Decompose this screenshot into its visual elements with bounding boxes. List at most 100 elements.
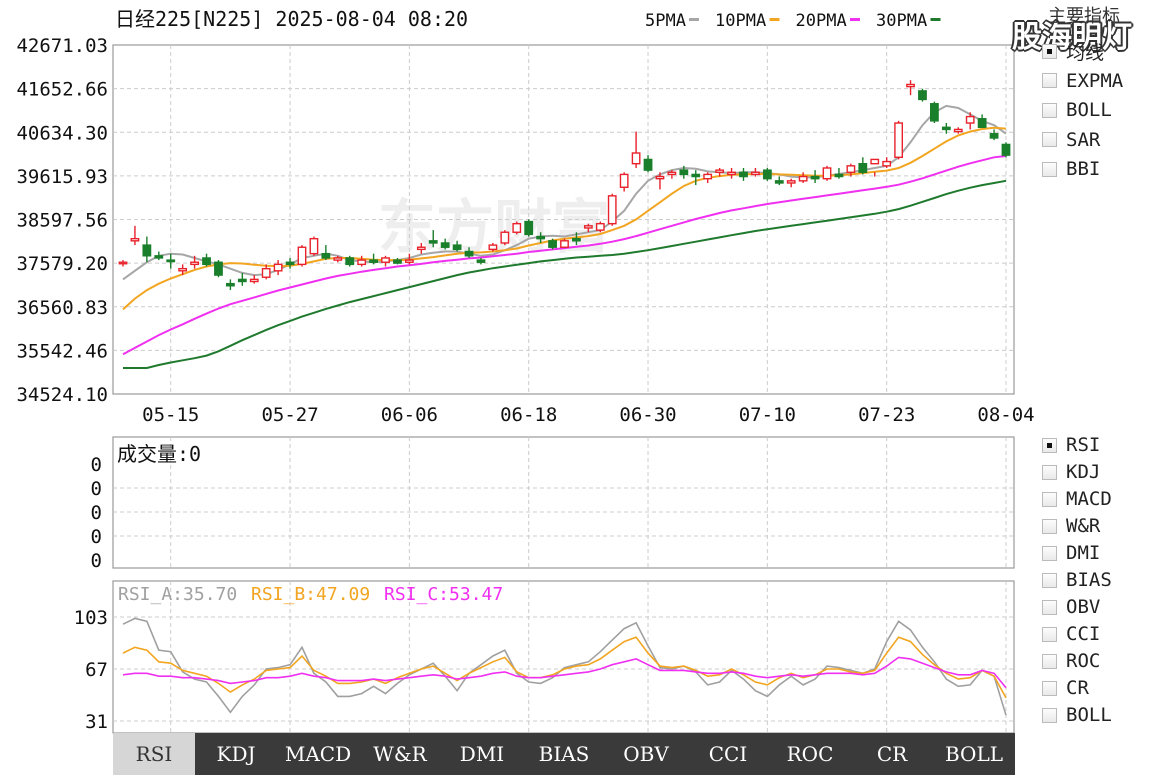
candle-body: [273, 263, 283, 272]
sub-indicator-label: KDJ: [1066, 461, 1101, 483]
checkbox[interactable]: [1042, 73, 1057, 88]
sub-indicator-option[interactable]: OBV: [1042, 594, 1100, 620]
tab-macd[interactable]: MACD: [277, 733, 359, 775]
sub-indicator-option[interactable]: BOLL: [1042, 702, 1112, 728]
checkbox[interactable]: [1042, 491, 1057, 507]
sub-indicator-option[interactable]: BIAS: [1042, 567, 1112, 593]
tab-bias[interactable]: BIAS: [523, 733, 605, 775]
main-indicator-option[interactable]: BOLL: [1042, 97, 1112, 123]
tab-dmi[interactable]: DMI: [441, 733, 523, 775]
checkbox[interactable]: [1042, 132, 1057, 147]
candle-body: [225, 282, 235, 287]
ma-legend-label: 30PMA: [876, 11, 927, 31]
sub-indicator-label: CR: [1066, 677, 1089, 699]
candle: [512, 221, 522, 235]
candle: [703, 172, 713, 183]
candle-body: [786, 180, 796, 184]
tab-rsi[interactable]: RSI: [113, 733, 195, 775]
price-y-tick: 38597.56: [16, 210, 108, 232]
main-indicator-option[interactable]: SAR: [1042, 127, 1100, 153]
checkbox[interactable]: [1042, 102, 1057, 118]
tab-boll[interactable]: BOLL: [933, 733, 1015, 775]
candle-body: [834, 173, 844, 178]
volume-y-tick: 0: [91, 550, 102, 572]
candle-body: [237, 278, 247, 283]
sub-indicator-label: BIAS: [1066, 569, 1112, 591]
candle-body: [214, 261, 223, 276]
candle: [202, 253, 211, 267]
candle-body: [154, 255, 164, 259]
checkbox[interactable]: [1042, 626, 1057, 642]
checkbox[interactable]: [1042, 599, 1057, 615]
main-indicator-label: EXPMA: [1066, 69, 1124, 92]
sub-indicator-option[interactable]: CCI: [1042, 621, 1100, 647]
candle-body: [607, 195, 617, 225]
ma-legend-swatch: [769, 18, 780, 21]
sub-indicator-option[interactable]: DMI: [1042, 540, 1100, 566]
checkbox[interactable]: [1042, 437, 1057, 453]
rsi-y-tick: 67: [85, 659, 108, 681]
sub-indicator-label: BOLL: [1066, 704, 1112, 726]
checkbox[interactable]: [1042, 653, 1057, 669]
rsi-legend-label: RSI_B:47.09: [251, 584, 370, 605]
candle-body: [476, 259, 486, 263]
candle-body: [333, 257, 343, 261]
checkbox[interactable]: [1042, 545, 1057, 561]
candle-body: [703, 173, 713, 180]
volume-y-tick: 0: [91, 454, 102, 476]
checkbox[interactable]: [1042, 707, 1057, 723]
candle-body: [404, 259, 414, 263]
price-y-tick: 36560.83: [16, 297, 108, 319]
candle-body: [560, 240, 569, 248]
candle-body: [369, 259, 378, 263]
candle: [798, 172, 808, 183]
tab-wr[interactable]: W&R: [359, 733, 441, 775]
checkbox[interactable]: [1042, 43, 1057, 59]
price-grid: [113, 45, 1014, 394]
checkbox[interactable]: [1042, 680, 1057, 696]
ma-legend-label: 5PMA: [645, 11, 686, 31]
candle-body: [619, 173, 629, 188]
sub-indicator-option[interactable]: KDJ: [1042, 459, 1100, 485]
candle: [285, 257, 295, 269]
checkbox[interactable]: [1042, 464, 1057, 480]
main-indicator-option[interactable]: 均线: [1042, 38, 1104, 64]
candle-body: [870, 158, 880, 165]
ma-legend-label: 20PMA: [796, 11, 847, 31]
sub-indicator-option[interactable]: MACD: [1042, 486, 1112, 512]
candle: [548, 238, 557, 250]
tab-cr[interactable]: CR: [851, 733, 933, 775]
candle-body: [524, 220, 534, 236]
sub-indicator-option[interactable]: RSI: [1042, 432, 1100, 458]
candle: [273, 260, 283, 276]
candle-body: [452, 244, 462, 251]
candle-body: [583, 225, 593, 229]
candle-body: [321, 252, 331, 259]
main-indicator-option[interactable]: BBI: [1042, 156, 1100, 182]
candle: [822, 165, 832, 181]
candle: [918, 88, 927, 102]
candle-body: [930, 103, 939, 122]
checkbox[interactable]: [1042, 572, 1057, 588]
candle: [894, 120, 904, 160]
sub-indicator-option[interactable]: ROC: [1042, 648, 1100, 674]
main-indicator-label: SAR: [1066, 128, 1101, 151]
sub-indicator-option[interactable]: W&R: [1042, 513, 1100, 539]
tab-kdj[interactable]: KDJ: [195, 733, 277, 775]
rsi-panel-frame: [112, 580, 1015, 734]
candle-body: [846, 165, 856, 173]
tab-cci[interactable]: CCI: [687, 733, 769, 775]
candle-body: [345, 257, 355, 266]
candle: [739, 167, 748, 181]
tab-obv[interactable]: OBV: [605, 733, 687, 775]
price-y-tick: 40634.30: [16, 122, 108, 144]
candle-body: [381, 257, 390, 263]
sub-indicator-option[interactable]: CR: [1042, 675, 1089, 701]
checkbox[interactable]: [1042, 161, 1057, 177]
candle: [524, 219, 534, 237]
main-indicator-label: BBI: [1066, 158, 1101, 180]
tab-roc[interactable]: ROC: [769, 733, 851, 775]
main-indicator-option[interactable]: EXPMA: [1042, 68, 1123, 94]
checkbox[interactable]: [1042, 518, 1057, 534]
sub-indicator-label: OBV: [1066, 596, 1101, 618]
